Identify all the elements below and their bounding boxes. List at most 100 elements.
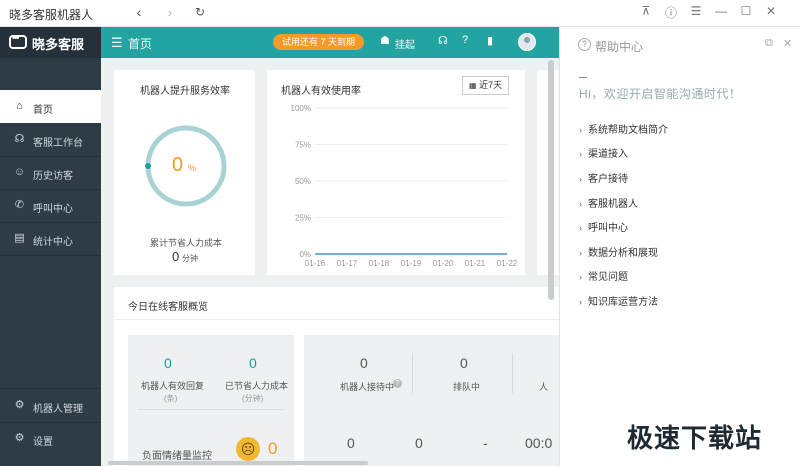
date-range-button[interactable]: ▦ 近7天 [462,76,510,95]
pin-icon[interactable]: ⊼ [637,4,655,18]
robot-icon: ⚙ [14,399,25,411]
usage-title: 机器人有效使用率 [281,86,361,97]
stat-label: 机器人接待中 [340,382,395,392]
efficiency-unit: % [188,163,197,173]
help-item[interactable]: › 呼叫中心 [579,219,628,234]
stat-label: 已节省人力成本 [225,381,289,391]
help-title: 帮助中心 [595,40,644,54]
bottom-value: 00:0 [525,435,553,451]
vertical-scrollbar[interactable] [548,60,554,300]
sidebar-item-home[interactable]: ⌂ 首页 [0,90,101,123]
stat-label: 人 [539,382,549,392]
maximize-icon[interactable]: ☐ [737,4,755,18]
logo: 晓多客服 [0,27,101,58]
sidebar-item-label: 历史访客 [33,171,73,182]
forward-icon[interactable]: › [161,4,179,20]
y-tick-label: 50% [295,177,311,186]
help-item-label: 呼叫中心 [588,223,628,234]
minimize-icon[interactable]: — [712,4,730,18]
sidebar-item-label: 设置 [33,437,53,448]
dashboard-main: 机器人提升服务效率 0 % 累计节省人力成本 0 分钟 机器人有效使用率 ▦ 近… [101,58,559,466]
sad-face-icon: ☹ [236,437,260,461]
help-icon[interactable]: ? [462,34,468,46]
help-item-label: 系统帮助文档简介 [588,125,668,136]
agent-icon: ☊ [14,133,25,145]
popout-icon[interactable]: ⧉ [765,37,773,50]
help-greeting: Hi，欢迎开启智能沟通时代！ [579,87,742,101]
x-tick-label: 01-20 [433,259,454,268]
divider [114,319,559,320]
sentiment-value: 0 [268,439,278,458]
help-item-label: 客户接待 [588,174,628,185]
help-panel: ? 帮助中心 ⧉ ✕ Hi，欢迎开启智能沟通时代！ › 系统帮助文档简介 › 渠道接… [559,27,800,466]
hang-button[interactable]: 挂起 [395,36,415,51]
help-item[interactable]: › 客户接待 [579,170,628,185]
bottom-value: 0 [347,435,355,451]
help-item[interactable]: › 系统帮助文档简介 [579,121,668,136]
sidebar-item-settings[interactable]: ⚙ 设置 [0,422,101,455]
stat-value: 0 [360,355,368,371]
window-titlebar: 晓多客服机器人 ‹ › ↻ ⊼ ⓘ ☰ — ☐ ✕ [0,0,800,27]
close-icon[interactable]: ✕ [783,37,792,50]
help-item-label: 数据分析和展现 [588,248,658,259]
usage-line-chart: 100% 75% 50% 25% 0%01-16 01-17 01-18 01-19 01-20… [291,104,518,268]
sentiment-label: 负面情绪量监控 [142,451,212,462]
divider [138,409,284,410]
x-tick-label: 01-16 [305,259,326,268]
brand-name: 晓多客服 [32,37,85,52]
help-item[interactable]: › 渠道接入 [579,145,628,160]
help-item[interactable]: › 客服机器人 [579,195,638,210]
help-item-label: 客服机器人 [588,199,638,210]
menu-toggle-icon[interactable]: ☰ [111,35,123,51]
sidebar-item-label: 客服工作台 [33,138,83,149]
chevron-right-icon: › [579,297,582,307]
info-icon[interactable]: ⓘ [662,4,680,21]
back-icon[interactable]: ‹ [130,4,148,20]
chevron-right-icon: › [579,223,582,233]
stat-label: 机器人有效回复 [141,381,205,391]
top-header: ☰ 首页 试用还有 7 天到期 ☗ 挂起 ☊ ? ▮ [101,27,559,58]
settings-icon: ⚙ [14,432,25,444]
x-tick-label: 01-21 [465,259,486,268]
horizontal-scrollbar[interactable] [108,461,368,465]
sidebar-item-label: 统计中心 [33,237,73,248]
refresh-icon[interactable]: ↻ [191,5,209,19]
bar-chart-icon[interactable]: ▮ [487,34,493,47]
agent-status-icon[interactable]: ☗ [380,34,390,47]
efficiency-title: 机器人提升服务效率 [140,86,230,97]
sidebar-item-agent-workbench[interactable]: ☊ 客服工作台 [0,123,101,156]
y-tick-label: 100% [291,104,311,113]
help-item[interactable]: › 数据分析和展现 [579,244,658,259]
breadcrumb: 首页 [128,37,153,51]
sidebar-item-history[interactable]: ☺ 历史访客 [0,156,101,189]
y-tick-label: 75% [295,141,311,150]
headset-icon[interactable]: ☊ [438,34,448,47]
menu-icon[interactable]: ☰ [687,4,705,18]
overview-title: 今日在线客服概览 [128,302,208,313]
stat-sub: (分钟) [242,394,264,403]
help-icon[interactable]: ? [393,379,402,388]
help-item-label: 渠道接入 [588,149,628,160]
help-item[interactable]: › 常见问题 [579,268,628,283]
efficiency-ring [145,125,227,207]
chart-icon: ▤ [14,232,25,244]
stat-value: 0 [460,355,468,371]
x-tick-label: 01-18 [369,259,390,268]
help-item[interactable]: › 知识库运营方法 [579,293,658,308]
trial-badge[interactable]: 试用还有 7 天到期 [273,34,365,50]
watermark: 极速下载站 [627,423,763,453]
divider [512,353,513,393]
date-range-label: 近7天 [479,80,503,90]
x-tick-label: 01-19 [401,259,422,268]
phone-icon: ✆ [14,199,25,211]
saved-cost-unit: 分钟 [182,254,198,263]
window-title: 晓多客服机器人 [9,8,94,22]
home-icon: ⌂ [16,100,23,112]
sidebar-item-stats[interactable]: ▤ 统计中心 [0,222,101,255]
efficiency-value: 0 [172,154,184,176]
sidebar-item-robot-management[interactable]: ⚙ 机器人管理 [0,389,101,422]
sidebar-item-call-center[interactable]: ✆ 呼叫中心 [0,189,101,222]
close-icon[interactable]: ✕ [762,4,780,18]
chevron-right-icon: › [579,248,582,258]
avatar[interactable] [518,33,536,51]
